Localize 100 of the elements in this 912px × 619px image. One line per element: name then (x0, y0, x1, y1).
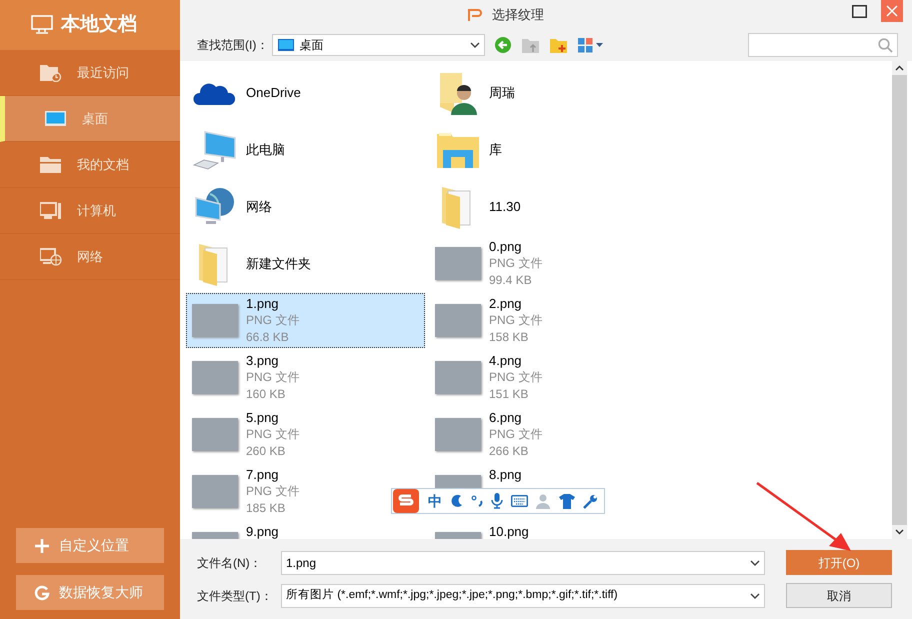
back-arrow-icon[interactable] (495, 37, 512, 53)
monitor-icon (278, 39, 294, 51)
file-item[interactable]: 新建文件夹 (186, 236, 425, 291)
file-size: 151 KB (489, 386, 530, 403)
file-type: PNG 文件 (489, 255, 542, 272)
file-name: 6.png (489, 409, 523, 426)
file-item[interactable]: OneDrive (186, 65, 425, 120)
microphone-icon[interactable] (491, 493, 503, 509)
punctuation-icon[interactable] (471, 494, 483, 508)
thumbnail-placeholder (435, 304, 481, 337)
file-name: 周瑞 (489, 84, 515, 101)
file-name: 1.png (246, 295, 280, 312)
folder-icon (40, 156, 62, 174)
sidebar-title: 本地文档 (61, 12, 137, 37)
s-logo-icon[interactable] (392, 488, 420, 514)
input-mode[interactable]: 中 (428, 490, 442, 512)
file-item[interactable]: 周瑞 (429, 65, 668, 120)
thumbnail-placeholder (192, 418, 238, 451)
thumbnail-placeholder (192, 304, 238, 337)
file-name: 3.png (246, 352, 280, 369)
computer-icon (193, 130, 237, 170)
file-size: 99.4 KB (489, 272, 533, 289)
chevron-down-icon (750, 592, 760, 600)
close-icon (886, 5, 898, 17)
filename-label: 文件名(N)： (197, 554, 263, 572)
file-type: PNG 文件 (246, 369, 300, 386)
chevron-down-icon (750, 558, 760, 566)
file-item[interactable]: 2.png PNG 文件 158 KB (429, 293, 668, 348)
computer-icon (40, 202, 62, 220)
network-icon (40, 248, 62, 266)
file-item[interactable]: 3.png PNG 文件 160 KB (186, 350, 425, 405)
file-name: 2.png (489, 295, 523, 312)
chevron-down-icon (470, 41, 480, 49)
wrench-icon[interactable] (583, 494, 598, 508)
search-icon (878, 38, 893, 52)
thumbnail-placeholder (435, 361, 481, 394)
view-grid-icon[interactable] (578, 38, 604, 52)
location-dropdown[interactable]: 桌面 (272, 34, 486, 56)
file-type: PNG 文件 (489, 369, 542, 386)
close-button[interactable] (881, 0, 903, 22)
file-size: 160 KB (246, 386, 286, 403)
file-item[interactable]: 6.png PNG 文件 266 KB (429, 407, 668, 462)
folder-clock-icon (40, 64, 62, 82)
file-item[interactable]: 此电脑 (186, 122, 425, 177)
file-name: 7.png (246, 466, 280, 483)
file-size: 266 KB (489, 443, 530, 460)
file-name: 网络 (246, 198, 272, 215)
filetype-label: 文件类型(T)： (197, 588, 274, 604)
monitor-icon (45, 110, 67, 128)
maximize-icon[interactable] (852, 4, 867, 18)
thumbnail-placeholder (435, 418, 481, 451)
file-name: 4.png (489, 352, 523, 369)
file-name: 8.png (489, 466, 522, 483)
file-item[interactable]: 库 (429, 122, 668, 177)
monitor-icon (31, 15, 53, 35)
moon-icon[interactable] (450, 494, 463, 508)
file-item[interactable]: 11.30 (429, 179, 668, 234)
new-folder-icon[interactable] (550, 38, 568, 52)
up-folder-icon[interactable] (522, 38, 540, 52)
file-item[interactable]: 7.png PNG 文件 185 KB (186, 464, 425, 519)
file-type: PNG 文件 (489, 426, 542, 443)
search-field[interactable] (748, 33, 898, 57)
file-item[interactable]: 4.png PNG 文件 151 KB (429, 350, 668, 405)
user-folder-icon (438, 70, 478, 114)
file-item[interactable]: 10.png (429, 521, 668, 539)
filetype-dropdown[interactable]: 所有图片 (*.emf;*.wmf;*.jpg;*.jpeg;*.jpe;*.png;*.bmp;*.gif;*.tif;*.tiff) (281, 584, 765, 608)
window-title: 选择纹理 (492, 6, 544, 24)
file-item[interactable]: 1.png PNG 文件 66.8 KB (186, 293, 425, 348)
look-in-label: 查找范围(I)： (197, 37, 268, 54)
file-name: 9.png (246, 523, 279, 539)
file-type: PNG 文件 (246, 483, 300, 500)
file-name: 库 (489, 141, 502, 158)
file-size: 260 KB (246, 443, 286, 460)
plus-icon (34, 538, 50, 554)
file-size: 158 KB (489, 329, 530, 346)
thumbnail-placeholder (192, 361, 238, 394)
file-name: 5.png (246, 409, 280, 426)
file-type: PNG 文件 (246, 312, 300, 329)
filename-field[interactable]: 1.png (281, 550, 765, 574)
file-name: 0.png (489, 238, 523, 255)
file-name: 11.30 (489, 198, 521, 215)
file-item[interactable]: 网络 (186, 179, 425, 234)
file-item[interactable]: 5.png PNG 文件 260 KB (186, 407, 425, 462)
g-logo-icon (34, 584, 50, 600)
library-folder-icon (437, 132, 479, 168)
cancel-button[interactable]: 取消 (786, 583, 892, 608)
file-size: 185 KB (246, 500, 286, 517)
file-size: 66.8 KB (246, 329, 290, 346)
file-name: 此电脑 (246, 141, 285, 158)
file-item[interactable]: 9.png (186, 521, 425, 539)
file-type: PNG 文件 (246, 426, 300, 443)
file-name: OneDrive (246, 84, 301, 101)
keyboard-icon[interactable] (511, 495, 528, 507)
file-type: PNG 文件 (489, 312, 542, 329)
p-logo-icon (468, 9, 482, 21)
file-name: 10.png (489, 523, 529, 539)
shirt-icon[interactable] (559, 494, 575, 508)
file-name: 新建文件夹 (246, 255, 311, 272)
file-item[interactable]: 0.png PNG 文件 99.4 KB (429, 236, 668, 291)
thumbnail-placeholder (192, 475, 238, 508)
